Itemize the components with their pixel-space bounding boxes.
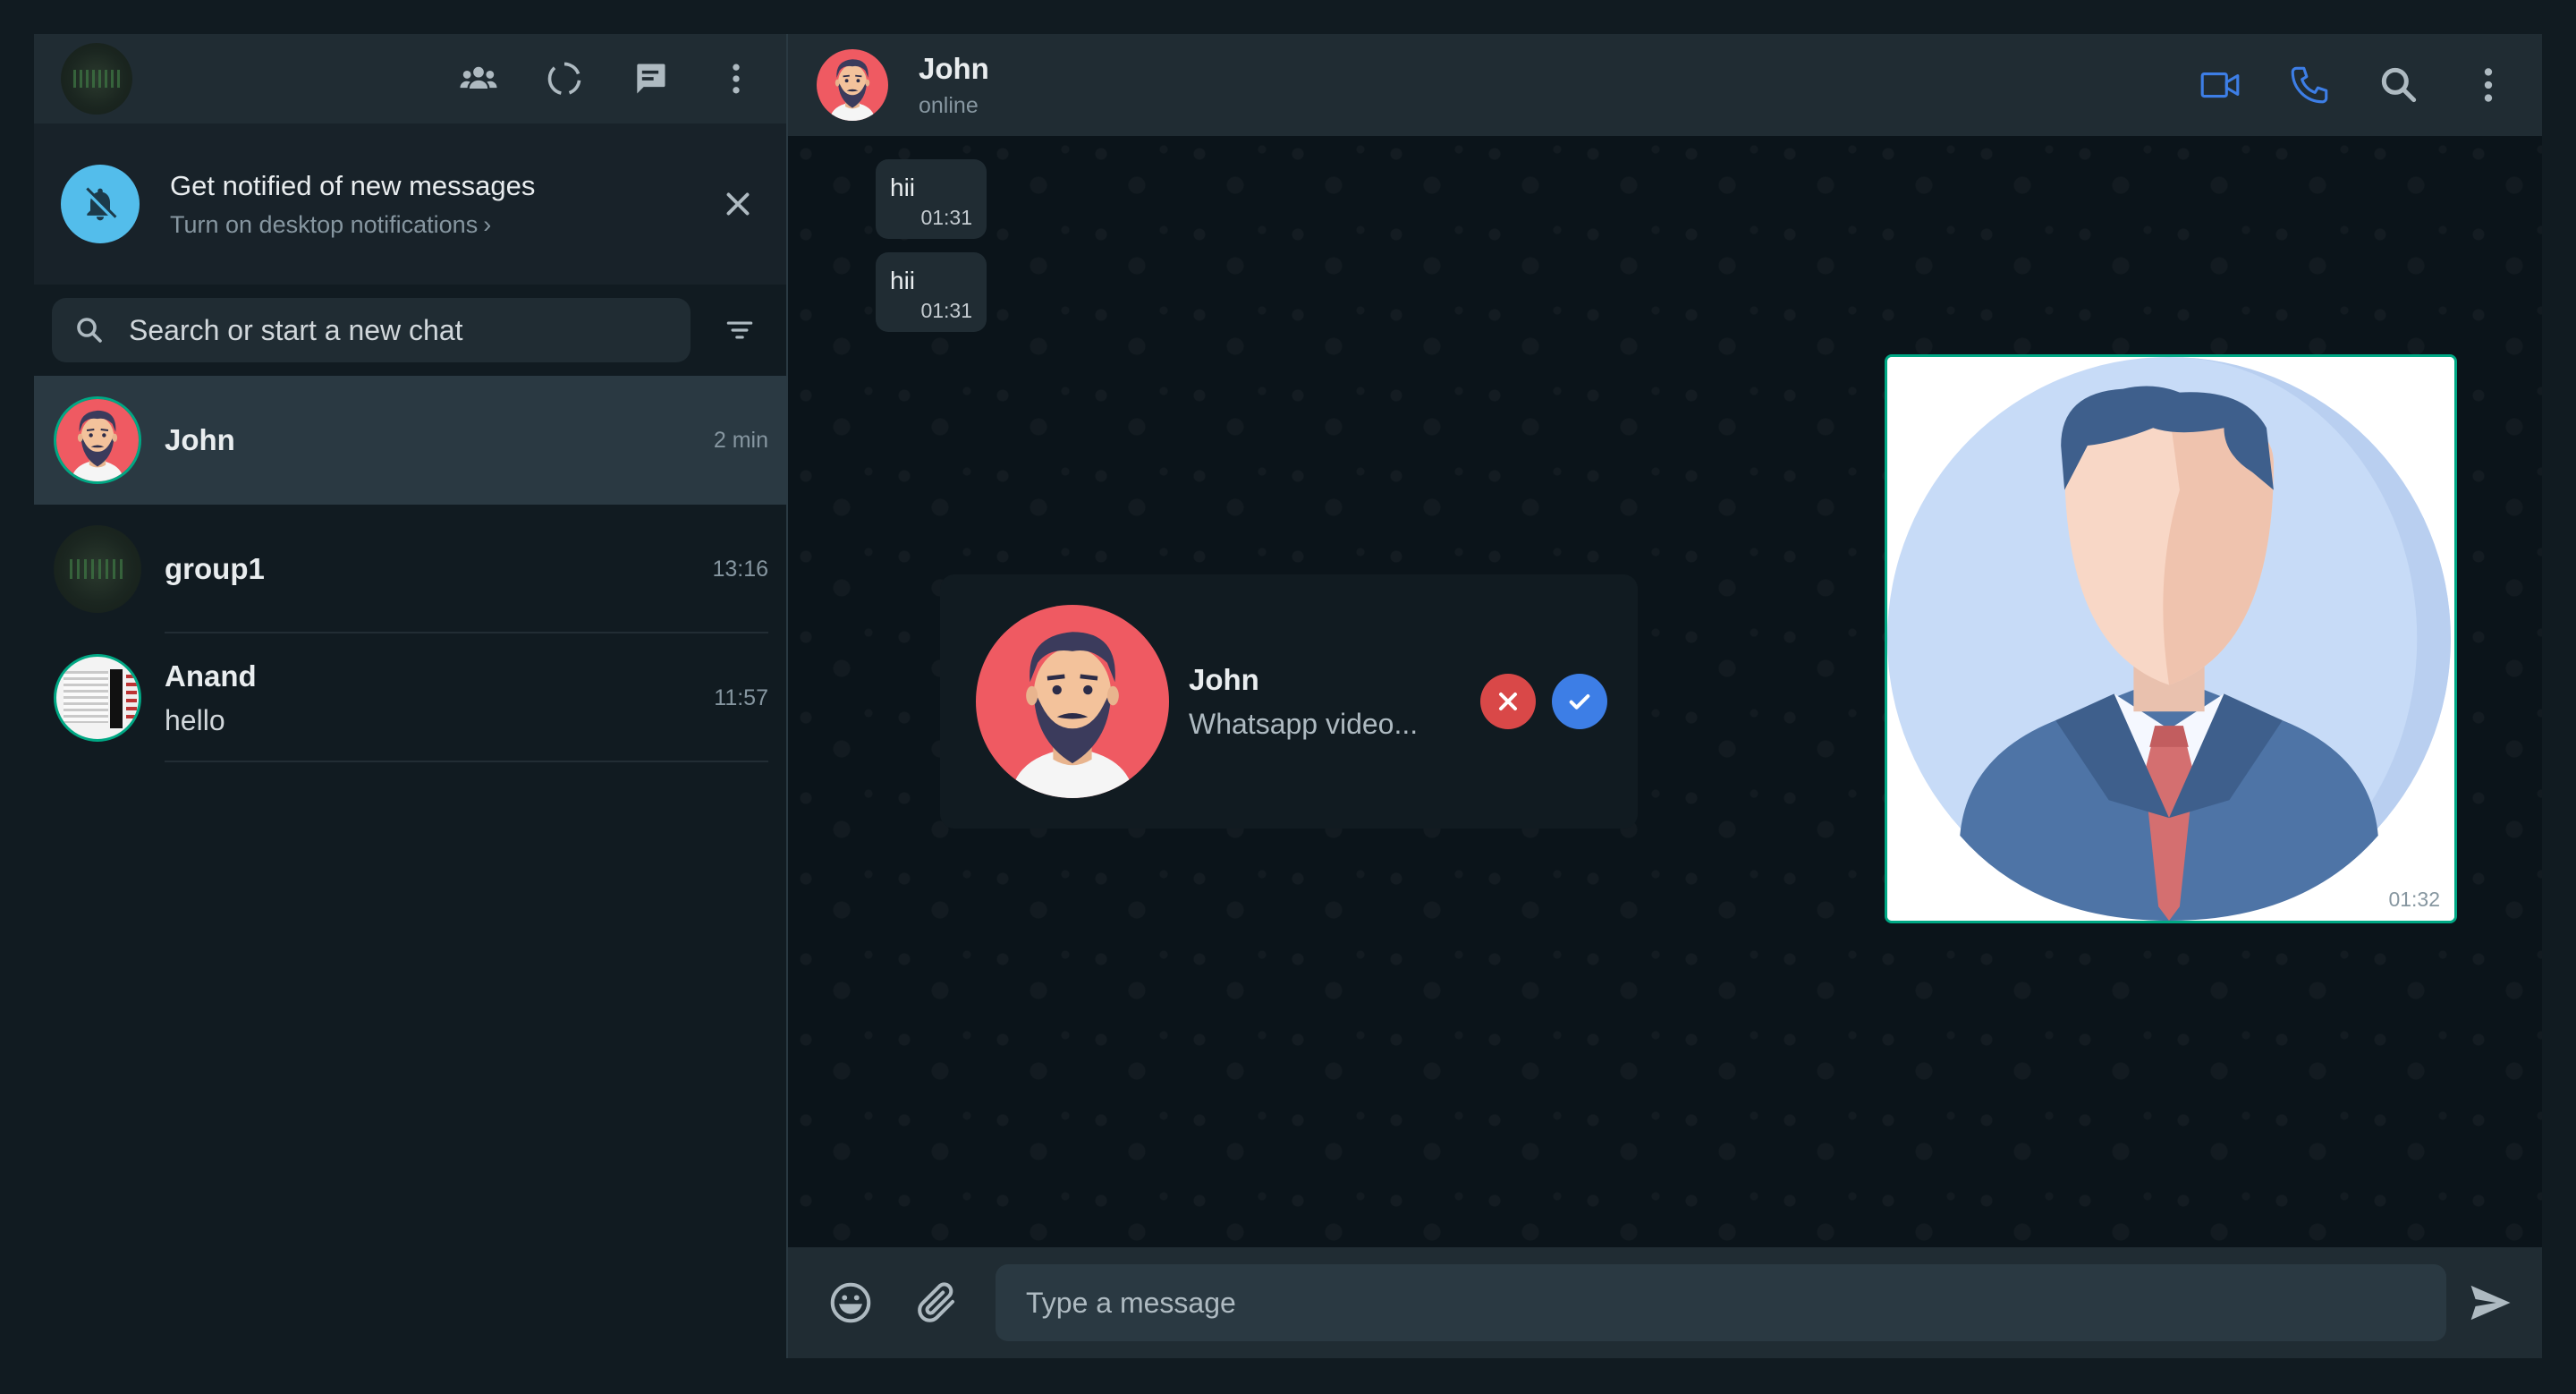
chat-name: group1 — [165, 552, 265, 585]
search-icon[interactable] — [2374, 60, 2424, 110]
check-icon — [1569, 694, 1590, 710]
menu-icon[interactable] — [711, 54, 761, 104]
emoji-icon[interactable] — [826, 1278, 876, 1328]
image-message[interactable]: 01:32 — [1885, 354, 2457, 923]
video-call-icon[interactable] — [2195, 60, 2245, 110]
search-box[interactable] — [52, 298, 691, 362]
message-text: hii — [890, 174, 916, 201]
chat-time: 13:16 — [712, 556, 768, 582]
chat-time: 2 min — [713, 427, 768, 453]
message-bubble[interactable]: hii 01:31 — [876, 159, 987, 239]
message-area: hii 01:31 hii 01:31 01:32 John Whatsapp … — [788, 136, 2542, 1247]
notification-link[interactable]: Turn on desktop notifications › — [170, 211, 535, 239]
bell-off-icon — [61, 165, 140, 243]
avatar — [54, 396, 141, 484]
close-icon[interactable] — [716, 183, 759, 225]
message-bubble[interactable]: hii 01:31 — [876, 252, 987, 332]
incoming-call-popup: John Whatsapp video... — [940, 574, 1638, 829]
sidebar-header — [34, 34, 786, 123]
new-chat-icon[interactable] — [625, 54, 675, 104]
chat-time: 11:57 — [714, 684, 768, 710]
message-composer — [788, 1247, 2542, 1358]
message-time: 01:31 — [920, 299, 972, 322]
call-description: Whatsapp video... — [1189, 707, 1419, 740]
search-icon — [77, 318, 102, 343]
conversation-panel: John online hii 01:31 hii 01:31 01:32 Jo… — [788, 34, 2542, 1358]
notification-subtitle: Turn on desktop notifications — [170, 210, 479, 238]
avatar — [54, 654, 141, 742]
close-icon — [1499, 693, 1517, 710]
divider — [165, 761, 768, 762]
communities-icon[interactable] — [453, 54, 504, 104]
accept-call-button[interactable] — [1552, 674, 1607, 729]
status-icon[interactable] — [539, 54, 589, 104]
menu-icon[interactable] — [2463, 60, 2513, 110]
chat-item-group1[interactable]: group1 13:16 — [34, 505, 786, 633]
decline-call-button[interactable] — [1480, 674, 1536, 729]
search-row — [34, 285, 786, 376]
chat-list: John 2 min group1 13:16 Anand hello 11:5… — [34, 376, 786, 1358]
message-text: hii — [890, 267, 916, 294]
conversation-header[interactable]: John online — [788, 34, 2542, 136]
notification-banner[interactable]: Get notified of new messages Turn on des… — [34, 123, 786, 285]
chat-name: John — [165, 423, 235, 456]
sidebar: Get notified of new messages Turn on des… — [34, 34, 788, 1358]
chat-item-anand[interactable]: Anand hello 11:57 — [34, 633, 786, 762]
contact-status: online — [919, 92, 979, 118]
notification-title: Get notified of new messages — [170, 169, 536, 201]
avatar — [54, 525, 141, 613]
message-time: 01:31 — [920, 206, 972, 229]
attach-icon[interactable] — [911, 1278, 962, 1328]
filter-icon[interactable] — [716, 307, 763, 353]
message-input[interactable] — [996, 1264, 2446, 1341]
chevron-right-icon: › — [483, 210, 492, 238]
search-input[interactable] — [129, 313, 665, 347]
my-profile-avatar[interactable] — [61, 43, 132, 115]
chat-item-john[interactable]: John 2 min — [34, 376, 786, 505]
avatar — [976, 605, 1169, 798]
message-time: 01:32 — [2388, 888, 2440, 911]
avatar[interactable] — [817, 49, 888, 121]
caller-name: John — [1189, 662, 1259, 696]
voice-call-icon[interactable] — [2284, 60, 2334, 110]
profile-illustration-image — [1887, 357, 2454, 921]
chat-name: Anand — [165, 659, 257, 693]
send-icon[interactable] — [2465, 1278, 2515, 1328]
contact-name: John — [919, 51, 989, 85]
chat-last-message: hello — [165, 703, 225, 736]
whatsapp-app: Get notified of new messages Turn on des… — [34, 34, 2542, 1358]
